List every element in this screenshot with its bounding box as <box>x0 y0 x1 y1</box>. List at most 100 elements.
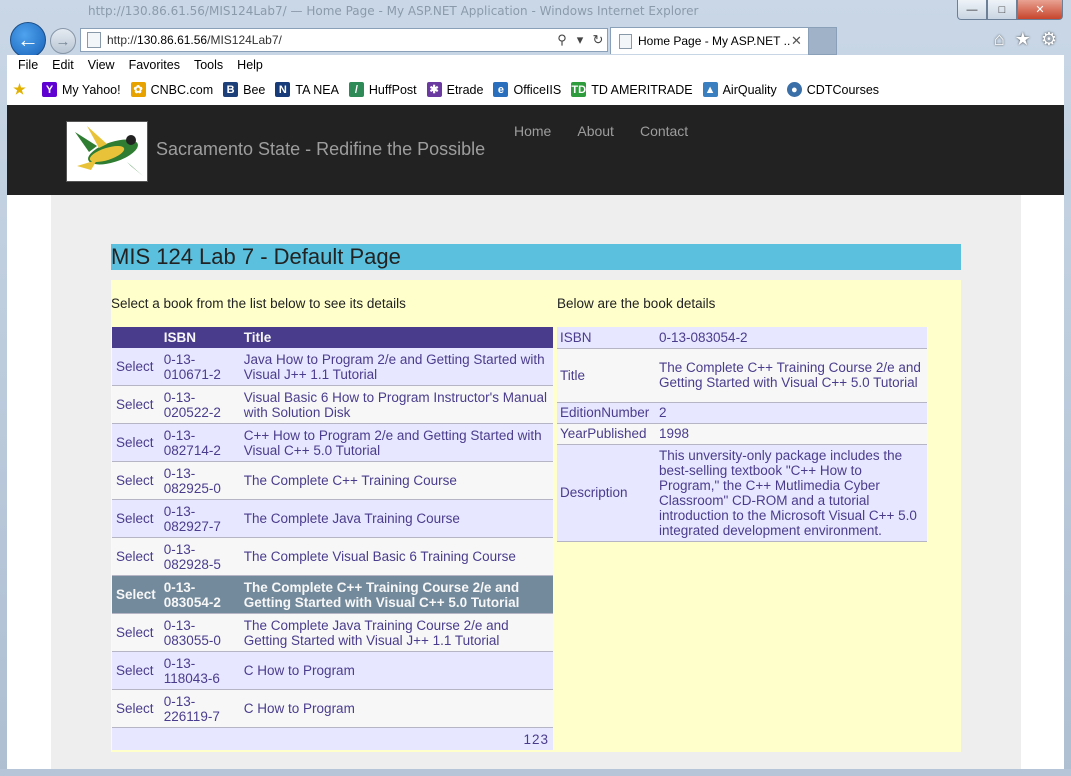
gear-icon[interactable]: ⚙ <box>1041 29 1057 50</box>
select-link[interactable]: Select <box>112 689 160 728</box>
close-tab-icon[interactable]: ✕ <box>791 33 809 49</box>
ta-nea-n-icon: N <box>275 82 291 97</box>
minimize-button[interactable]: — <box>957 0 987 20</box>
select-link[interactable]: Select <box>112 537 160 576</box>
isbn-cell: 0-13-118043-6 <box>159 651 240 690</box>
favorites-star-add-icon: ★ <box>13 81 26 97</box>
nav-contact[interactable]: Contact <box>640 123 688 139</box>
favorite-link[interactable]: ● CDTCourses <box>786 82 880 97</box>
isbn-cell: 0-13-082714-2 <box>159 423 240 462</box>
table-row: Select 0-13-082927-7 The Complete Java Tra… <box>112 499 553 538</box>
title-cell: The Complete Visual Basic 6 Training Cou… <box>239 537 553 576</box>
td-ameritrade-icon: TD <box>571 82 587 97</box>
title-cell: The Complete C++ Training Course 2/e and… <box>239 575 553 614</box>
detail-row: YearPublished 1998 <box>557 423 927 445</box>
tab-label: Home Page - My ASP.NET ... <box>638 34 791 48</box>
select-link[interactable]: Select <box>112 423 160 462</box>
detail-row: Title The Complete C++ Training Course 2/… <box>557 348 927 403</box>
select-link[interactable]: Select <box>112 348 160 386</box>
favorites-star-icon[interactable]: ★ <box>1015 29 1031 50</box>
cdt-icon: ● <box>786 82 802 97</box>
favorite-link[interactable]: Y My Yahoo! <box>42 82 121 97</box>
site-brand[interactable]: Sacramento State - Redifine the Possible <box>156 139 485 160</box>
favorite-link[interactable]: / HuffPost <box>348 82 417 97</box>
favorite-label: CDTCourses <box>806 82 880 97</box>
window-controls: — □ ✕ <box>957 0 1063 20</box>
menu-favorites[interactable]: Favorites <box>129 58 180 72</box>
page-title: MIS 124 Lab 7 - Default Page <box>111 244 961 270</box>
favorite-link[interactable]: B Bee <box>223 82 265 97</box>
detail-value: This unversity-only package includes the… <box>656 444 927 542</box>
url-path: /MIS124Lab7/ <box>207 33 282 47</box>
menu-edit[interactable]: Edit <box>52 58 74 72</box>
favorite-label: Etrade <box>446 82 484 97</box>
detail-key: EditionNumber <box>557 402 656 424</box>
select-link[interactable]: Select <box>112 575 160 614</box>
favorite-link[interactable]: ▲ AirQuality <box>702 82 777 97</box>
favorite-link[interactable]: ✿ CNBC.com <box>130 82 214 97</box>
isbn-cell: 0-13-082927-7 <box>159 499 240 538</box>
pager-page-1[interactable]: 1 <box>523 732 532 747</box>
address-url[interactable]: http://130.86.61.56/MIS124Lab7/ <box>107 33 553 47</box>
favorite-link[interactable]: ✱ Etrade <box>426 82 484 97</box>
isbn-cell: 0-13-226119-7 <box>159 689 240 728</box>
grid-header-isbn[interactable]: ISBN <box>159 327 240 348</box>
address-bar[interactable]: http://130.86.61.56/MIS124Lab7/ ⚲ ▾ ↻ <box>80 28 608 52</box>
isbn-cell: 0-13-020522-2 <box>159 385 240 424</box>
menu-view[interactable]: View <box>88 58 115 72</box>
refresh-icon[interactable]: ↻ <box>589 32 607 48</box>
favorite-label: AirQuality <box>722 82 777 97</box>
instruction-right: Below are the book details <box>557 296 716 311</box>
favorite-label: CNBC.com <box>150 82 214 97</box>
favorite-label: My Yahoo! <box>62 82 121 97</box>
favorite-label: TA NEA <box>295 82 339 97</box>
menu-tools[interactable]: Tools <box>194 58 223 72</box>
home-icon[interactable]: ⌂ <box>994 29 1005 50</box>
search-icon[interactable]: ⚲ <box>553 32 571 48</box>
hornet-logo[interactable] <box>66 121 148 182</box>
select-link[interactable]: Select <box>112 613 160 652</box>
grid-header-title[interactable]: Title <box>239 327 553 348</box>
new-tab-button[interactable] <box>808 27 837 55</box>
select-link[interactable]: Select <box>112 385 160 424</box>
isbn-cell: 0-13-082928-5 <box>159 537 240 576</box>
etrade-icon: ✱ <box>426 82 442 97</box>
cnbc-peacock-icon: ✿ <box>130 82 146 97</box>
isbn-cell: 0-13-083054-2 <box>159 575 240 614</box>
pager-page-3[interactable]: 3 <box>540 732 549 747</box>
title-cell: C How to Program <box>239 651 553 690</box>
favorite-link[interactable]: TD TD AMERITRADE <box>571 82 693 97</box>
close-window-button[interactable]: ✕ <box>1017 0 1063 20</box>
books-gridview: ISBN Title Select 0-13-010671-2 Java How t… <box>112 327 553 750</box>
favorites-add[interactable]: ★ <box>12 81 32 97</box>
maximize-button[interactable]: □ <box>987 0 1017 20</box>
grid-header-row: ISBN Title <box>112 327 553 348</box>
title-cell: The Complete Java Training Course 2/e an… <box>239 613 553 652</box>
forward-button[interactable]: → <box>50 28 76 54</box>
favorite-label: TD AMERITRADE <box>591 82 693 97</box>
favorite-link[interactable]: N TA NEA <box>275 82 339 97</box>
nav-about[interactable]: About <box>577 123 614 139</box>
back-button[interactable]: ← <box>10 22 46 58</box>
title-cell: C How to Program <box>239 689 553 728</box>
menu-help[interactable]: Help <box>237 58 263 72</box>
table-row: Select 0-13-082714-2 C++ How to Program 2/… <box>112 423 553 462</box>
browser-tab[interactable]: Home Page - My ASP.NET ... ✕ <box>610 27 810 54</box>
dropdown-icon[interactable]: ▾ <box>571 32 589 48</box>
detail-key: YearPublished <box>557 423 656 445</box>
select-link[interactable]: Select <box>112 499 160 538</box>
detail-value: The Complete C++ Training Course 2/e and… <box>656 348 927 403</box>
grid-pager: 123 <box>112 727 553 750</box>
lab-panel: Select a book from the list below to see… <box>111 280 961 752</box>
select-link[interactable]: Select <box>112 461 160 500</box>
isbn-cell: 0-13-083055-0 <box>159 613 240 652</box>
menu-file[interactable]: File <box>18 58 38 72</box>
select-link[interactable]: Select <box>112 651 160 690</box>
nav-home[interactable]: Home <box>514 123 551 139</box>
isbn-cell: 0-13-010671-2 <box>159 348 240 386</box>
menu-bar: File Edit View Favorites Tools Help <box>18 58 277 72</box>
favorite-link[interactable]: e OfficeIIS <box>493 82 561 97</box>
back-arrow-icon: ← <box>17 27 39 52</box>
favorites-bar: ★ Y My Yahoo! ✿ CNBC.com B Bee N TA NEA / Huf… <box>12 81 889 97</box>
table-row: Select 0-13-082928-5 The Complete Visual B… <box>112 537 553 576</box>
